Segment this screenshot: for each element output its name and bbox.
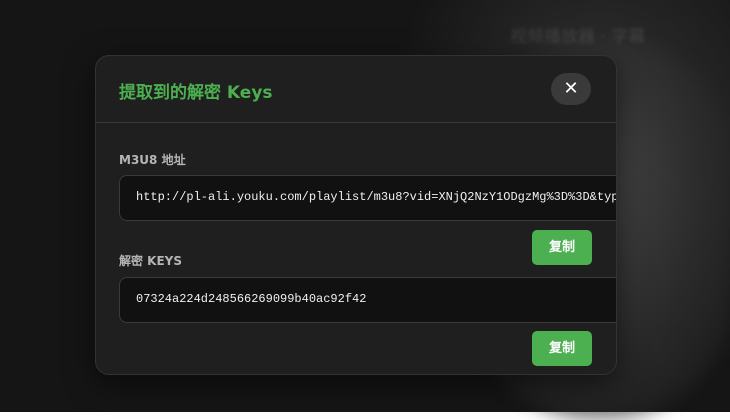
keys-value: 07324a224d248566269099b40ac92f42 <box>136 292 367 306</box>
close-icon: ✕ <box>563 78 579 99</box>
m3u8-label: M3U8 地址 <box>119 153 186 167</box>
m3u8-field[interactable]: http://pl-ali.youku.com/playlist/m3u8?vi… <box>119 175 617 221</box>
keys-label: 解密 KEYS <box>119 254 183 268</box>
keys-dialog: 提取到的解密 Keys ✕ M3U8 地址 http://pl-ali.youk… <box>95 55 617 375</box>
close-button[interactable]: ✕ <box>551 73 591 105</box>
copy-keys-button[interactable]: 复制 <box>532 331 592 366</box>
m3u8-value: http://pl-ali.youku.com/playlist/m3u8?vi… <box>136 190 617 204</box>
blurred-background-text: 视频播放器 · 字幕 <box>510 27 646 47</box>
copy-m3u8-button[interactable]: 复制 <box>532 230 592 265</box>
dialog-header: 提取到的解密 Keys ✕ <box>96 56 616 123</box>
keys-field[interactable]: 07324a224d248566269099b40ac92f42 <box>119 277 616 323</box>
dialog-title: 提取到的解密 Keys <box>119 83 273 103</box>
